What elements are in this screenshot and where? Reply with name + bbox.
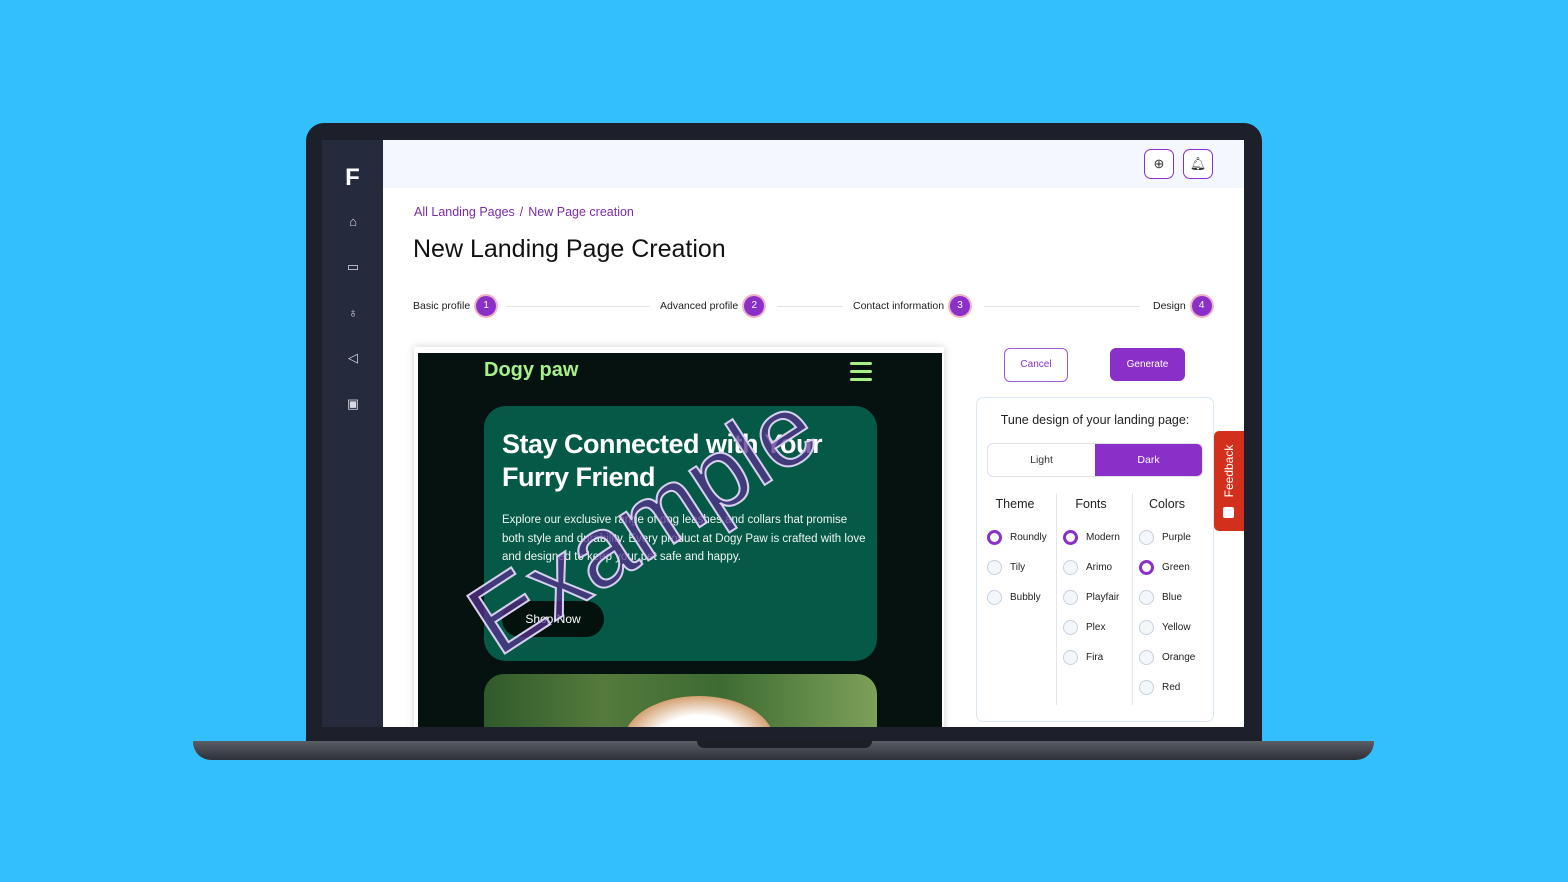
theme-column: Theme Roundly Tily Bubbly	[977, 497, 1053, 612]
app-screen: F ⌂ ▭ ♁ ◁ ▣ ⊕ 🔔︎ All Landing Pages / New P…	[322, 140, 1244, 727]
monitor-icon[interactable]: ▭	[344, 258, 362, 276]
breadcrumb-separator: /	[519, 205, 524, 219]
colors-column: Colors Purple Green Blue Yellow Orange Red	[1129, 497, 1205, 702]
cancel-button[interactable]: Cancel	[1004, 348, 1068, 382]
breadcrumb: All Landing Pages / New Page creation	[414, 205, 639, 219]
colors-heading: Colors	[1148, 497, 1186, 511]
option-label: Fira	[1086, 651, 1104, 663]
theme-option-tily[interactable]: Tily	[987, 552, 1053, 582]
globe-icon[interactable]: ⊕	[1144, 149, 1174, 179]
fonts-column: Fonts Modern Arimo Playfair Plex Fira	[1053, 497, 1129, 672]
breadcrumb-new-page[interactable]: New Page creation	[528, 205, 634, 219]
theme-option-roundly[interactable]: Roundly	[987, 522, 1053, 552]
page-title: New Landing Page Creation	[413, 235, 726, 263]
radio-button[interactable]	[1063, 559, 1078, 575]
option-label: Blue	[1162, 591, 1183, 603]
step-number: 2	[744, 296, 765, 316]
radio-button[interactable]	[1063, 589, 1078, 605]
option-label: Roundly	[1010, 531, 1047, 543]
lightbulb-icon[interactable]: ♁	[344, 304, 362, 322]
feedback-label: Feedback	[1222, 444, 1236, 498]
home-icon[interactable]: ⌂	[344, 213, 362, 231]
option-label: Orange	[1162, 651, 1196, 663]
bell-icon[interactable]: 🔔︎	[1183, 149, 1213, 179]
radio-button[interactable]	[987, 589, 1002, 605]
radio-button[interactable]	[1139, 589, 1154, 605]
option-label: Yellow	[1162, 621, 1191, 633]
colors-option-red[interactable]: Red	[1139, 672, 1205, 702]
step-design[interactable]: Design 4	[1153, 296, 1212, 316]
app-logo: F	[345, 164, 360, 191]
step-number: 4	[1191, 296, 1212, 316]
briefcase-icon[interactable]: ▣	[344, 395, 362, 413]
step-basic-profile[interactable]: Basic profile 1	[413, 296, 497, 316]
sidebar: F ⌂ ▭ ♁ ◁ ▣	[322, 140, 383, 727]
option-label: Purple	[1162, 531, 1191, 543]
smiley-icon	[1223, 507, 1234, 518]
generate-button[interactable]: Generate	[1110, 348, 1185, 381]
theme-heading: Theme	[995, 497, 1035, 511]
colors-option-green[interactable]: Green	[1139, 552, 1205, 582]
step-advanced-profile[interactable]: Advanced profile 2	[660, 296, 765, 316]
radio-button[interactable]	[1063, 649, 1078, 665]
step-label: Basic profile	[413, 300, 471, 312]
radio-button[interactable]	[1139, 529, 1154, 545]
breadcrumb-all-landing-pages[interactable]: All Landing Pages	[414, 205, 515, 219]
mode-dark[interactable]: Dark	[1095, 444, 1202, 476]
option-label: Modern	[1086, 531, 1120, 543]
landing-page-preview: Dogy paw Stay Connected with Your Furry …	[418, 353, 942, 727]
fonts-option-fira[interactable]: Fira	[1063, 642, 1129, 672]
theme-option-bubbly[interactable]: Bubbly	[987, 582, 1053, 612]
step-divider	[777, 306, 843, 307]
radio-button[interactable]	[987, 529, 1002, 545]
step-label: Design	[1153, 300, 1186, 312]
radio-button[interactable]	[987, 559, 1002, 575]
megaphone-icon[interactable]: ◁	[344, 349, 362, 367]
step-number: 1	[476, 296, 497, 316]
mode-toggle: Light Dark	[987, 443, 1203, 477]
step-divider	[507, 306, 650, 307]
option-label: Bubbly	[1010, 591, 1041, 603]
radio-button[interactable]	[1063, 529, 1078, 545]
option-label: Playfair	[1086, 591, 1120, 603]
mode-light[interactable]: Light	[988, 444, 1095, 476]
panel-title: Tune design of your landing page:	[1000, 413, 1190, 427]
fonts-option-playfair[interactable]: Playfair	[1063, 582, 1129, 612]
option-label: Plex	[1086, 621, 1106, 633]
colors-option-orange[interactable]: Orange	[1139, 642, 1205, 672]
fonts-option-plex[interactable]: Plex	[1063, 612, 1129, 642]
watermark-text: Example	[449, 371, 836, 677]
radio-button[interactable]	[1139, 559, 1154, 575]
option-label: Arimo	[1086, 561, 1113, 573]
laptop-notch	[697, 741, 872, 748]
step-divider	[984, 306, 1140, 307]
colors-option-yellow[interactable]: Yellow	[1139, 612, 1205, 642]
option-label: Green	[1162, 561, 1190, 573]
fonts-heading: Fonts	[1075, 497, 1107, 511]
option-label: Red	[1162, 681, 1181, 693]
radio-button[interactable]	[1063, 619, 1078, 635]
step-label: Contact information	[853, 300, 945, 312]
example-watermark: Example	[448, 370, 837, 678]
top-bar: ⊕ 🔔︎	[383, 140, 1244, 188]
step-label: Advanced profile	[660, 300, 739, 312]
step-number: 3	[950, 296, 971, 316]
radio-button[interactable]	[1139, 619, 1154, 635]
colors-option-purple[interactable]: Purple	[1139, 522, 1205, 552]
option-label: Tily	[1010, 561, 1026, 573]
step-contact-information[interactable]: Contact information 3	[853, 296, 971, 316]
fonts-option-modern[interactable]: Modern	[1063, 522, 1129, 552]
radio-button[interactable]	[1139, 649, 1154, 665]
radio-button[interactable]	[1139, 679, 1154, 695]
feedback-tab[interactable]: Feedback	[1214, 431, 1244, 531]
design-panel: Tune design of your landing page: Light …	[976, 397, 1214, 722]
colors-option-blue[interactable]: Blue	[1139, 582, 1205, 612]
fonts-option-arimo[interactable]: Arimo	[1063, 552, 1129, 582]
